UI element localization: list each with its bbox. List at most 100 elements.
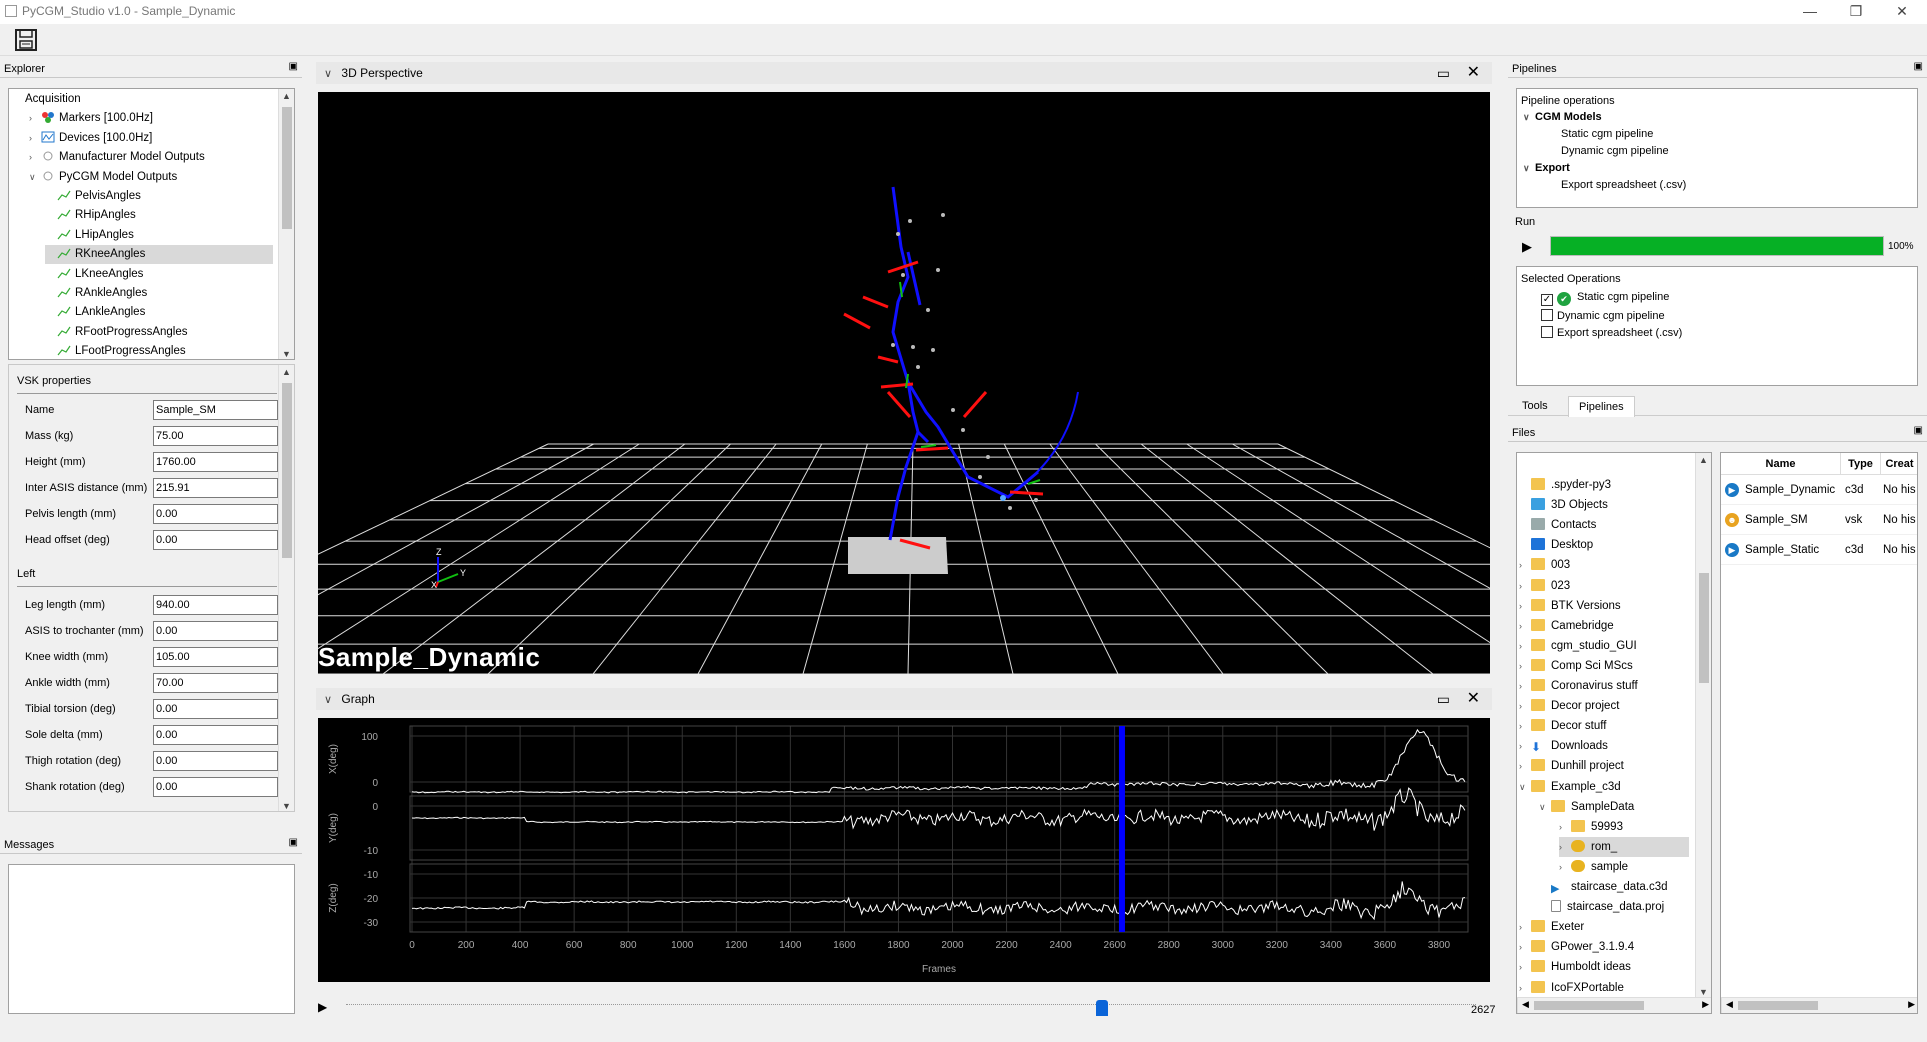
file-tree-item[interactable]: ▶ staircase_data.c3d <box>1539 877 1668 897</box>
timeline-handle[interactable] <box>1096 1000 1108 1016</box>
file-tree-item[interactable]: › Comp Sci MScs <box>1519 656 1633 676</box>
explorer-tree-item[interactable]: ∨ PyCGM Model Outputs <box>29 168 177 187</box>
expand-arrow-icon[interactable]: › <box>1519 716 1531 736</box>
explorer-tree[interactable]: Acquisition › Markers [100.0Hz] › Devices [1… <box>8 88 295 360</box>
pipeline-item[interactable]: Export spreadsheet (.csv) <box>1561 179 1686 191</box>
file-tree-item[interactable]: .spyder-py3 <box>1519 475 1611 495</box>
expand-arrow-icon[interactable]: › <box>1519 736 1531 756</box>
close-icon[interactable]: ✕ <box>1467 688 1480 710</box>
restore-button[interactable]: ❐ <box>1833 0 1879 24</box>
expand-arrow-icon[interactable]: › <box>1519 696 1531 716</box>
selected-op-row[interactable]: Export spreadsheet (.csv) <box>1541 326 1682 339</box>
expand-arrow-icon[interactable]: › <box>29 109 41 128</box>
tab-tools[interactable]: Tools <box>1512 398 1558 414</box>
expand-arrow-icon[interactable]: ∨ <box>1519 777 1531 797</box>
file-list-row[interactable]: ▶ Sample_Static c3d No his <box>1721 535 1917 565</box>
explorer-tree-item[interactable]: RFootProgressAngles <box>45 323 188 342</box>
file-tree-item[interactable]: › Dunhill project <box>1519 756 1624 776</box>
file-tree-item[interactable]: Contacts <box>1519 515 1596 535</box>
expand-arrow-icon[interactable]: › <box>1519 636 1531 656</box>
file-tree-item[interactable]: › 023 <box>1519 576 1570 596</box>
file-list-row[interactable]: ▶ Sample_Dynamic c3d No his <box>1721 475 1917 505</box>
expand-arrow-icon[interactable]: › <box>1519 656 1531 676</box>
checkbox[interactable]: ✓ <box>1541 294 1553 306</box>
file-tree-item[interactable]: staircase_data.proj <box>1539 897 1664 917</box>
file-tree-item[interactable]: › 59993 <box>1559 817 1623 837</box>
file-tree-item[interactable]: › Humboldt ideas <box>1519 957 1631 977</box>
explorer-tree-item[interactable]: LAnkleAngles <box>45 303 145 322</box>
expand-arrow-icon[interactable]: › <box>1559 857 1571 877</box>
expand-arrow-icon[interactable]: › <box>29 148 41 167</box>
expand-arrow-icon[interactable]: › <box>1519 978 1531 998</box>
file-tree-item[interactable]: Desktop <box>1519 535 1593 555</box>
expand-arrow-icon[interactable]: › <box>1519 555 1531 575</box>
explorer-tree-item[interactable]: › Devices [100.0Hz] <box>29 129 152 148</box>
expand-arrow-icon[interactable]: ∨ <box>1523 112 1535 123</box>
expand-arrow-icon[interactable]: › <box>1519 937 1531 957</box>
file-tree-item[interactable]: › 003 <box>1519 555 1570 575</box>
vsk-field-input[interactable] <box>153 452 278 472</box>
tab-pipelines[interactable]: Pipelines <box>1568 396 1635 417</box>
vsk-field-input[interactable] <box>153 595 278 615</box>
graph-area[interactable]: 0 200 400 600 800 1000 1200 1400 1600 1800 2000 220… <box>318 718 1490 982</box>
file-tree-item[interactable]: › rom_ <box>1559 836 1689 857</box>
checkbox[interactable] <box>1541 308 1553 321</box>
float-icon[interactable]: ▣ <box>1914 425 1923 436</box>
file-tree-item[interactable]: › BTK Versions <box>1519 596 1621 616</box>
file-list-hscroll[interactable]: ◀ ▶ <box>1721 997 1917 1013</box>
selected-op-row[interactable]: Dynamic cgm pipeline <box>1541 308 1665 322</box>
file-tree-item[interactable]: › ⬇ Downloads <box>1519 736 1608 756</box>
explorer-tree-item[interactable]: LHipAngles <box>45 226 134 245</box>
collapse-icon[interactable]: ∨ <box>324 694 332 706</box>
vsk-field-input[interactable] <box>153 751 278 771</box>
pipeline-group[interactable]: ∨ Export <box>1523 162 1570 174</box>
float-icon[interactable]: ▣ <box>289 61 298 72</box>
expand-arrow-icon[interactable]: › <box>29 129 41 148</box>
file-tree-item[interactable]: › Camebridge <box>1519 616 1614 636</box>
expand-arrow-icon[interactable]: › <box>1519 596 1531 616</box>
expand-arrow-icon[interactable]: › <box>1519 756 1531 776</box>
vsk-field-input[interactable] <box>153 621 278 641</box>
expand-arrow-icon[interactable]: › <box>1519 676 1531 696</box>
expand-arrow-icon[interactable]: › <box>1519 957 1531 977</box>
file-tree-item[interactable]: › IcoFXPortable <box>1519 978 1624 998</box>
float-icon[interactable]: ▣ <box>289 837 298 848</box>
checkbox[interactable] <box>1541 326 1553 338</box>
vsk-field-input[interactable] <box>153 530 278 550</box>
column-header[interactable]: Creat <box>1881 453 1917 475</box>
expand-arrow-icon[interactable]: ∨ <box>1539 797 1551 817</box>
vsk-field-input[interactable] <box>153 673 278 693</box>
explorer-tree-item[interactable]: › Markers [100.0Hz] <box>29 109 153 128</box>
expand-arrow-icon[interactable]: ∨ <box>1523 163 1535 174</box>
vsk-scrollbar[interactable]: ▲ ▼ <box>278 365 294 811</box>
column-header[interactable]: Type <box>1841 453 1881 475</box>
explorer-tree-item[interactable]: › Manufacturer Model Outputs <box>29 148 205 167</box>
expand-arrow-icon[interactable]: › <box>1559 817 1571 837</box>
file-tree-item[interactable]: › sample <box>1559 857 1628 877</box>
vsk-field-input[interactable] <box>153 504 278 524</box>
close-icon[interactable]: ✕ <box>1467 62 1480 84</box>
vsk-field-input[interactable] <box>153 478 278 498</box>
explorer-tree-item[interactable]: Acquisition <box>13 90 81 109</box>
explorer-tree-item[interactable]: PelvisAngles <box>45 187 141 206</box>
vsk-field-input[interactable] <box>153 426 278 446</box>
float-icon[interactable]: ▣ <box>1914 61 1923 72</box>
expand-arrow-icon[interactable]: ∨ <box>29 168 41 187</box>
explorer-tree-item[interactable]: LKneeAngles <box>45 265 143 284</box>
close-button[interactable]: ✕ <box>1879 0 1925 24</box>
expand-arrow-icon[interactable]: › <box>1559 837 1571 857</box>
expand-arrow-icon[interactable]: › <box>1519 917 1531 937</box>
pipeline-item[interactable]: Dynamic cgm pipeline <box>1561 145 1669 157</box>
timeline-track[interactable] <box>346 1004 1476 1008</box>
vsk-field-input[interactable] <box>153 725 278 745</box>
file-tree-item[interactable]: › cgm_studio_GUI <box>1519 636 1637 656</box>
pipeline-group[interactable]: ∨ CGM Models <box>1523 111 1602 123</box>
selected-op-row[interactable]: ✓ ✔ Static cgm pipeline <box>1541 291 1669 306</box>
play-button[interactable]: ▶ <box>318 1000 327 1014</box>
vsk-field-input[interactable] <box>153 777 278 797</box>
collapse-icon[interactable]: ∨ <box>324 68 332 80</box>
file-tree-scrollbar[interactable]: ▲ ▼ <box>1695 453 1711 999</box>
vsk-field-input[interactable] <box>153 647 278 667</box>
file-tree-hscroll[interactable]: ◀ ▶ <box>1517 997 1711 1013</box>
save-button[interactable] <box>14 28 38 52</box>
